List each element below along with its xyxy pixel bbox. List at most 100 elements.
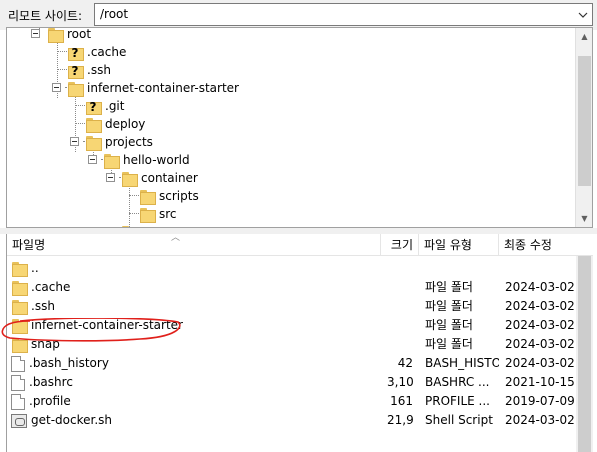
file-name: .ssh	[31, 299, 55, 313]
unknown-folder-icon: ?	[67, 63, 84, 79]
column-header-modified[interactable]: 최종 수정	[499, 234, 577, 256]
folder-icon	[11, 261, 28, 277]
tree-item-label: src	[159, 207, 177, 221]
collapse-root-icon[interactable]	[31, 29, 40, 38]
tree-item-label: hello-world	[123, 153, 190, 167]
file-icon	[11, 355, 25, 372]
file-modified: 2024-03-02 오후	[505, 318, 575, 332]
column-header-name[interactable]: 파일명	[7, 234, 381, 256]
tree-item-label: .git	[105, 99, 125, 113]
folder-icon	[11, 299, 28, 315]
tree-item-scripts[interactable]: scripts	[139, 187, 199, 205]
collapse-projects-icon[interactable]	[70, 137, 79, 146]
file-type: 파일 폴더	[425, 299, 473, 313]
file-row-bashrc[interactable]: .bashrc 3,106 BASHRC ... 2021-10-15 오후	[7, 373, 593, 392]
folder-icon	[121, 171, 138, 187]
tree-scrollbar[interactable]: ▲ ▼	[575, 28, 592, 227]
folder-icon	[11, 280, 28, 296]
tree-item-label: scripts	[159, 189, 199, 203]
remote-path-value: /root	[100, 7, 129, 21]
file-row-ssh[interactable]: .ssh 파일 폴더 2024-03-02 오후	[7, 297, 593, 316]
file-name: .bashrc	[29, 375, 73, 389]
tree-item-git[interactable]: ? .git	[85, 97, 124, 115]
remote-path-input[interactable]: /root	[94, 3, 593, 26]
file-name: .bash_history	[29, 356, 109, 370]
file-size: 42	[397, 356, 413, 370]
file-name: snap	[31, 337, 60, 351]
folder-icon	[11, 318, 28, 334]
file-modified: 2024-03-02 오후	[505, 413, 575, 427]
file-icon	[11, 393, 25, 410]
file-row-parent[interactable]: ..	[7, 259, 593, 278]
tree-item-label: .cache	[87, 45, 127, 59]
file-size: 3,106	[387, 375, 413, 389]
remote-directory-tree[interactable]: root ? .cache ? .ssh infernet-container-…	[6, 27, 593, 228]
file-row-bash-history[interactable]: .bash_history 42 BASH_HISTORY 2024-03-02…	[7, 354, 593, 373]
column-header-type[interactable]: 파일 유형	[419, 234, 499, 256]
script-file-icon	[11, 413, 27, 428]
folder-icon	[139, 207, 156, 223]
file-row-infernet-container-starter[interactable]: infernet-container-starter 파일 폴더 2024-03…	[7, 316, 593, 335]
file-type: PROFILE ...	[425, 394, 490, 408]
file-name: ..	[31, 261, 39, 275]
collapse-container-icon[interactable]	[106, 173, 115, 182]
file-type: Shell Script	[425, 413, 493, 427]
file-modified: 2024-03-02 오후	[505, 356, 575, 370]
folder-icon	[85, 135, 102, 151]
tree-item-container[interactable]: container	[121, 169, 198, 187]
file-row-snap[interactable]: snap 파일 폴더 2024-03-02 오후	[7, 335, 593, 354]
tree-item-deploy[interactable]: deploy	[85, 115, 145, 133]
file-size: 21,927	[387, 413, 413, 427]
tree-item-infernet-container-starter[interactable]: infernet-container-starter	[67, 79, 239, 97]
collapse-hello-world-icon[interactable]	[88, 155, 97, 164]
scroll-down-icon[interactable]: ▼	[576, 210, 592, 227]
file-row-profile[interactable]: .profile 161 PROFILE ... 2019-07-09 오후	[7, 392, 593, 411]
tree-scroll-thumb[interactable]	[578, 56, 591, 186]
file-row-cache[interactable]: .cache 파일 폴더 2024-03-02 오후	[7, 278, 593, 297]
tree-item-root[interactable]: root	[47, 27, 92, 43]
tree-item-label: container	[141, 171, 198, 185]
unknown-folder-icon: ?	[67, 45, 84, 61]
collapse-infernet-icon[interactable]	[52, 83, 61, 92]
file-modified: 2021-10-15 오후	[505, 375, 575, 389]
file-list-scroll-thumb[interactable]	[578, 256, 591, 452]
file-row-get-docker[interactable]: get-docker.sh 21,927 Shell Script 2024-0…	[7, 411, 593, 430]
tree-item-cache[interactable]: ? .cache	[67, 43, 126, 61]
folder-icon	[103, 153, 120, 169]
tree-item-hello-world[interactable]: hello-world	[103, 151, 190, 169]
file-name: get-docker.sh	[31, 413, 112, 427]
folder-icon	[67, 81, 84, 97]
file-modified: 2024-03-02 오후	[505, 299, 575, 313]
tree-item-src[interactable]: src	[139, 205, 177, 223]
tree-item-label: deploy	[105, 117, 146, 131]
folder-icon	[139, 189, 156, 205]
file-type: BASH_HISTORY	[425, 356, 499, 370]
file-list-scrollbar[interactable]	[576, 256, 593, 452]
unknown-folder-icon: ?	[85, 99, 102, 115]
file-size: 161	[390, 394, 413, 408]
tree-item-label: infernet-container-starter	[87, 81, 239, 95]
tree-item-ssh[interactable]: ? .ssh	[67, 61, 111, 79]
tree-item-label: root	[67, 27, 92, 41]
column-header-size[interactable]: 크기	[381, 234, 419, 256]
file-type: BASHRC ...	[425, 375, 490, 389]
file-name: .profile	[29, 394, 71, 408]
folder-icon	[47, 28, 64, 43]
file-name: .cache	[31, 280, 71, 294]
file-type: 파일 폴더	[425, 318, 473, 332]
remote-file-list[interactable]: ︿ 파일명 크기 파일 유형 최종 수정 .. .cache 파일 폴더 202…	[6, 234, 593, 452]
file-type: 파일 폴더	[425, 280, 473, 294]
file-icon	[11, 374, 25, 391]
remote-path-bar: 리모트 사이트: /root	[0, 0, 597, 30]
scroll-up-icon[interactable]: ▲	[576, 28, 592, 45]
file-type: 파일 폴더	[425, 337, 473, 351]
folder-icon	[11, 337, 28, 353]
file-list-header: ︿ 파일명 크기 파일 유형 최종 수정	[7, 234, 593, 256]
file-name: infernet-container-starter	[31, 318, 183, 332]
chevron-down-icon[interactable]	[574, 4, 592, 25]
file-modified: 2024-03-02 오후	[505, 337, 575, 351]
tree-item-label: .ssh	[87, 63, 111, 77]
tree-item-projects[interactable]: projects	[85, 133, 153, 151]
remote-site-label: 리모트 사이트:	[8, 9, 83, 23]
tree-item-label: projects	[105, 135, 153, 149]
